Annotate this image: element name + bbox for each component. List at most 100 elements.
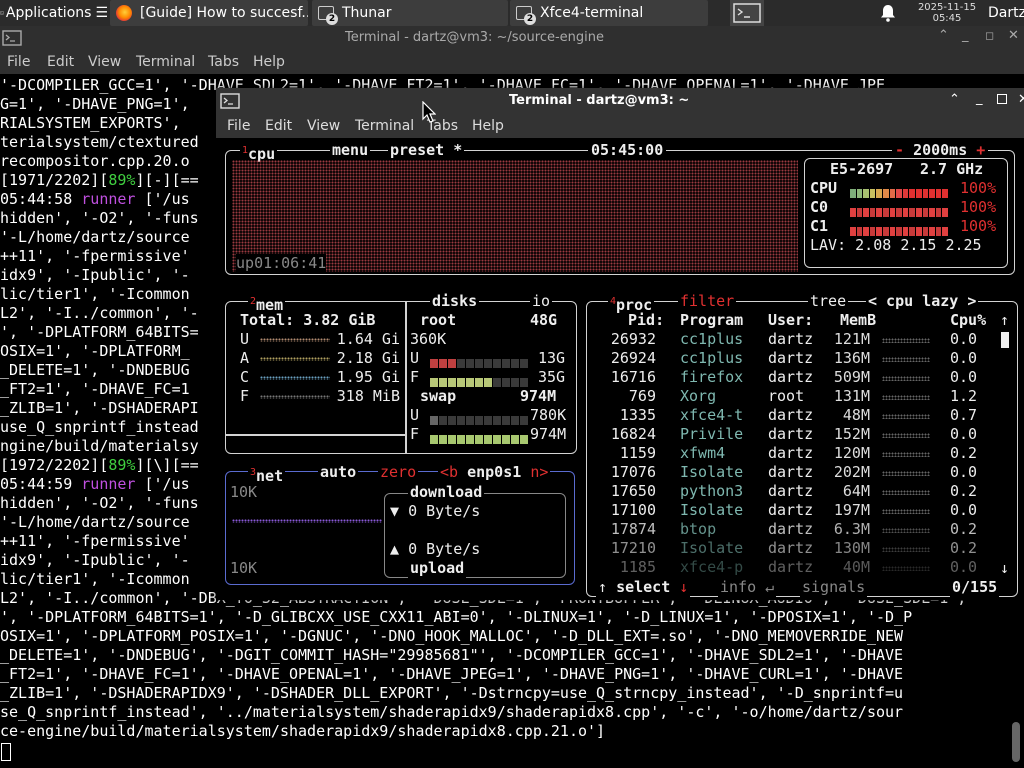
maximize-icon[interactable]: ◻ [985,29,994,42]
table-row[interactable]: 16716 firefox dartz 509M 0.0 [218,368,1008,387]
proc-cell-user: dartz [768,330,814,348]
menu-label: menu [332,141,369,159]
taskbar-window-firefox[interactable]: [Guide] How to succesf... [110,0,308,26]
close-icon[interactable]: ✕ [1008,28,1019,43]
scroll-down-icon[interactable]: ↓ [1000,559,1009,578]
minimize-button[interactable]: _ [976,91,983,106]
cpu-row-bar [850,222,949,236]
terminal-line: G=1', '-DHAVE_PNG=1', [0,95,190,113]
btop-app[interactable]: 1cpu menu preset * 05:45:00 - 2000ms + u… [218,138,1024,600]
user-menu[interactable]: Dartz [988,0,1024,26]
clock[interactable]: 2025-11-15 05:45 [912,0,982,26]
col-pid[interactable]: Pid: [628,311,664,330]
minimize-icon[interactable]: ⌃ [938,28,949,43]
col-mem[interactable]: MemB [840,311,876,330]
window-titlebar[interactable]: Terminal - dartz@vm3: ~/source-engine ⌃ … [0,26,1024,50]
minimize-button[interactable]: _ [962,28,969,43]
io-toggle[interactable]: io [530,292,553,311]
proc-cell-mem: 40M [842,558,870,576]
table-row[interactable]: 26924 cc1plus dartz 136M 0.0 [218,349,1008,368]
table-row[interactable]: 1335 xfce4-t dartz 48M 0.7 [218,406,1008,425]
minimize-icon[interactable]: ⌃ [949,92,960,107]
terminal-line: hidden', '-O2', '-funs [0,209,199,227]
terminal-line: 05:44:58 runner ['/us [0,190,190,208]
col-program[interactable]: Program [680,311,743,330]
cpu-row-pct: 100% [960,217,997,235]
applications-menu-button[interactable]: Applications ☰ [0,0,108,26]
desktop-switcher[interactable] [730,0,764,26]
interval-value: 2000ms [913,141,968,159]
proc-info[interactable]: info ↵ [718,578,777,597]
menu-tabs[interactable]: Tabs [208,50,239,74]
proc-cell-pid: 17874 [610,520,656,538]
cpu-freq: 2.7 GHz [920,160,984,178]
menu-terminal[interactable]: Terminal [355,114,414,138]
interval-increase-button[interactable]: + [976,141,985,159]
proc-cell-pid: 16824 [610,425,656,443]
menu-edit[interactable]: Edit [47,50,74,74]
table-row[interactable]: 17210 Isolate dartz 130M 0.2 [218,539,1008,558]
col-user[interactable]: User: [768,311,813,330]
window-titlebar[interactable]: Terminal - dartz@vm3: ~ ⌃ _ ✕ [216,88,1024,114]
cpu-row-label: C1 [810,217,829,235]
menu-view[interactable]: View [88,50,121,74]
proc-cell-program: python3 [680,482,744,500]
proc-cell-user: dartz [768,349,814,367]
cpu-bar-cell [856,227,863,236]
terminal-line: idx9', '-Ipublic', '- [0,551,190,569]
proc-cell-cpu: 0.2 [950,520,978,538]
interval-decrease-button[interactable]: - [895,141,904,159]
cpu-bar-cell [922,208,929,217]
col-cpu[interactable]: Cpu% [950,311,986,330]
proc-filter[interactable]: filter [678,292,737,311]
proc-tree-toggle[interactable]: tree [808,292,849,311]
menu-file[interactable]: File [227,114,250,138]
table-row[interactable]: 26932 cc1plus dartz 121M 0.0 [218,330,1008,349]
table-row[interactable]: 17100 Isolate dartz 197M 0.0 [218,501,1008,520]
proc-cell-user: dartz [768,463,814,481]
proc-select[interactable]: ↑ select ↓ [596,578,691,597]
terminal-line: RIALSYSTEM_EXPORTS', [0,114,181,132]
terminal-line: idx9', '-Ipublic', '- [0,266,190,284]
disks-tab[interactable]: disks [430,292,480,311]
table-row[interactable]: 17874 btop dartz 6.3M 0.2 [218,520,1008,539]
close-icon[interactable]: ✕ [1018,92,1024,107]
proc-cell-mem: 48M [842,406,870,424]
notification-bell-icon[interactable] [880,0,900,26]
cpu-bar-cell [909,208,915,217]
table-row[interactable]: 17650 python3 dartz 64M 0.2 [218,482,1008,501]
taskbar-window-thunar[interactable]: 2 Thunar [312,0,508,26]
menu-help[interactable]: Help [472,114,504,138]
menu-view[interactable]: View [307,114,340,138]
proc-cell-mem: 136M [833,349,870,367]
menu-terminal[interactable]: Terminal [136,50,195,74]
table-row[interactable]: 16824 Privile dartz 152M 0.0 [218,425,1008,444]
cpu-row-bar [850,184,949,198]
maximize-icon[interactable] [997,94,1007,104]
menu-file[interactable]: File [7,50,30,74]
taskbar-window-label: Thunar [342,5,392,21]
menu-icon: ☰ [95,5,108,21]
cpu-row-pct: 100% [960,179,997,197]
menu-tab[interactable]: menu [330,141,371,160]
menu-edit[interactable]: Edit [265,114,292,138]
proc-signals[interactable]: signals [800,578,868,597]
taskbar-window-terminal[interactable]: 2 Xfce4-terminal [510,0,708,26]
table-row[interactable]: 17076 Isolate dartz 202M 0.0 [218,463,1008,482]
scrollbar[interactable] [1012,722,1020,762]
proc-cell-program: firefox [680,368,744,386]
cpu-bar-cell [869,227,876,236]
proc-cell-user: dartz [768,425,814,443]
proc-sort-selector[interactable]: < cpu lazy > [866,292,979,311]
terminal-line: lic/tier1', '-Icommon [0,570,190,588]
table-row[interactable]: 1185 xfce4-p dartz 40M 0.0 [218,558,1008,577]
taskbar-window-label: Xfce4-terminal [540,5,644,21]
terminal-icon [2,30,22,46]
table-row[interactable]: 1159 xfwm4 dartz 120M 0.2 [218,444,1008,463]
menu-help[interactable]: Help [253,50,285,74]
preset-tab[interactable]: preset * [388,141,465,160]
cpu-bar-cell [856,208,863,217]
table-row[interactable]: 769 Xorg root 131M 1.2 [218,387,1008,406]
scroll-up-icon[interactable]: ↑ [1000,311,1009,330]
terminal-line: lic/tier1', '-Icommon [0,285,190,303]
